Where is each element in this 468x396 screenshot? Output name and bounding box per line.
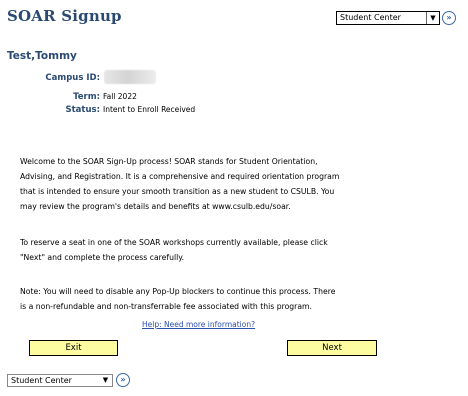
double-chevron-right-icon[interactable]: »: [116, 373, 130, 387]
chevron-down-icon: ▼: [426, 12, 439, 24]
note-line: Note: You will need to disable any Pop-U…: [20, 287, 336, 296]
status-row: Status: Intent to Enroll Received: [0, 105, 300, 117]
reserve-line: "Next" and complete the process carefull…: [20, 253, 185, 262]
campus-id-redacted-value: [104, 70, 156, 84]
term-value: Fall 2022: [103, 92, 137, 101]
next-button[interactable]: Next: [287, 340, 377, 356]
page-title: SOAR Signup: [7, 7, 122, 25]
note-paragraph: Note: You will need to disable any Pop-U…: [20, 284, 360, 314]
welcome-line: may review the program's details and ben…: [20, 202, 291, 211]
welcome-paragraph: Welcome to the SOAR Sign-Up process! SOA…: [20, 154, 360, 214]
chevron-down-icon: ▼: [102, 376, 109, 384]
welcome-line: Welcome to the SOAR Sign-Up process! SOA…: [20, 157, 318, 166]
note-line: is a non-refundable and non-transferrabl…: [20, 302, 312, 311]
status-value: Intent to Enroll Received: [103, 105, 196, 114]
top-navigation-dropdown[interactable]: Student Center ▼: [336, 11, 440, 25]
reserve-paragraph: To reserve a seat in one of the SOAR wor…: [20, 235, 360, 265]
term-label: Term:: [73, 92, 100, 102]
status-label: Status:: [65, 105, 101, 115]
term-row: Term: Fall 2022: [0, 92, 300, 104]
bottom-navigation-dropdown-value: Student Center: [11, 376, 72, 385]
campus-id-label: Campus ID:: [45, 73, 100, 83]
top-navigation-dropdown-value: Student Center: [340, 13, 401, 22]
double-chevron-right-icon[interactable]: »: [442, 11, 456, 25]
welcome-line: Advising, and Registration. It is a comp…: [20, 172, 340, 181]
welcome-line: that is intended to ensure your smooth t…: [20, 187, 335, 196]
student-name: Test,Tommy: [7, 50, 77, 62]
help-link[interactable]: Help: Need more information?: [142, 320, 255, 329]
exit-button[interactable]: Exit: [29, 340, 118, 356]
reserve-line: To reserve a seat in one of the SOAR wor…: [20, 238, 328, 247]
bottom-navigation-dropdown[interactable]: Student Center ▼: [7, 374, 113, 387]
